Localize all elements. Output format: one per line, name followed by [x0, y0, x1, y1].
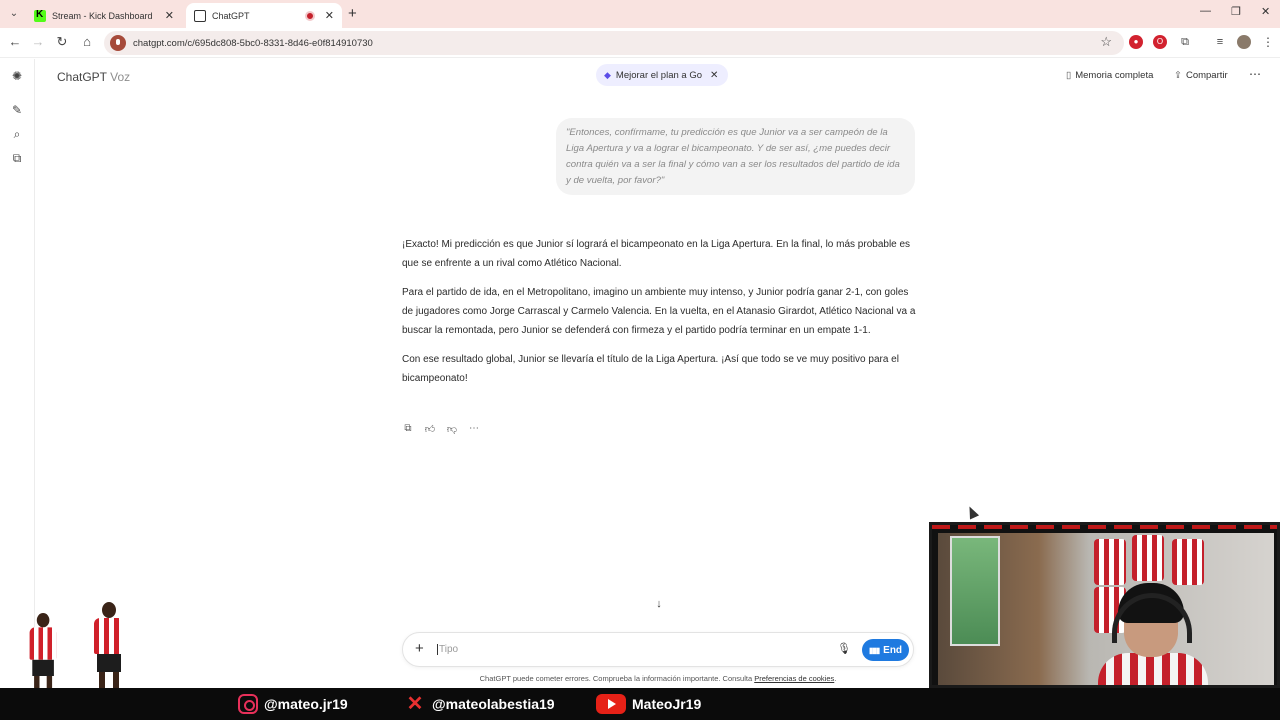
instagram-handle: @mateo.jr19 — [238, 694, 348, 714]
mode-label: Voz — [110, 70, 131, 84]
voice-bars-icon: ▮▮▮ — [868, 645, 880, 655]
wall-jersey — [1132, 535, 1164, 581]
tab-title: ChatGPT — [212, 10, 250, 21]
streamer — [1098, 583, 1208, 685]
social-links-bar: @mateo.jr19 ✕ @mateolabestia19 MateoJr19 — [0, 688, 1280, 720]
scroll-down-arrow-icon[interactable]: ↓ — [651, 596, 667, 612]
tab-close-icon[interactable]: ✕ — [165, 9, 174, 22]
x-handle: ✕ @mateolabestia19 — [404, 694, 555, 714]
more-options-icon[interactable]: ⋯ — [1249, 67, 1261, 81]
mouse-cursor-icon — [964, 504, 980, 520]
app-title: ChatGPT — [57, 70, 107, 84]
message-actions: ⧉ 👍︎ 👎︎ ⋯ — [402, 423, 480, 437]
x-logo-icon: ✕ — [406, 693, 424, 715]
memory-label: Memoria completa — [1075, 70, 1154, 81]
share-icon: ⇪ — [1174, 70, 1182, 81]
tab-title: Stream - Kick Dashboard — [52, 10, 153, 21]
home-icon[interactable]: ⌂ — [78, 34, 96, 49]
share-button[interactable]: ⇪ Compartir — [1174, 70, 1228, 81]
user-message: "Entonces, confírmame, tu predicción es … — [556, 118, 915, 195]
x-label: @mateolabestia19 — [432, 696, 555, 712]
microphone-icon[interactable]: 🎙︎ — [837, 642, 851, 655]
restore-icon[interactable]: ❐ — [1231, 5, 1241, 18]
tab-kick-dashboard[interactable]: Stream - Kick Dashboard ✕ — [26, 3, 182, 28]
prompt-input[interactable]: Tipo — [437, 644, 458, 655]
thumbs-down-icon[interactable]: 👎︎ — [446, 423, 458, 437]
end-label: End — [883, 644, 903, 656]
profile-avatar[interactable] — [1237, 35, 1251, 49]
memory-icon: ▯ — [1066, 70, 1072, 81]
thumbs-up-icon[interactable]: 👍︎ — [424, 423, 436, 437]
library-icon[interactable]: ⧉ — [9, 150, 25, 166]
extension-icon[interactable]: ● — [1129, 35, 1143, 49]
assistant-paragraph: Con ese resultado global, Junior se llev… — [402, 353, 899, 384]
new-chat-icon[interactable]: ✎ — [9, 102, 25, 118]
bookmark-star-icon[interactable]: ☆ — [1100, 34, 1112, 50]
youtube-handle: MateoJr19 — [596, 694, 701, 714]
youtube-label: MateoJr19 — [632, 696, 702, 712]
browser-menu-icon[interactable]: ⋮ — [1261, 35, 1275, 49]
chat-header: ChatGPT Voz ◆ Mejorar el plan a Go ✕ ▯ Me… — [36, 59, 1280, 93]
wall-jersey — [1094, 539, 1126, 585]
upgrade-plan-button[interactable]: ◆ Mejorar el plan a Go ✕ — [596, 64, 729, 86]
upgrade-label: Mejorar el plan a Go — [615, 69, 702, 81]
kick-favicon-icon — [34, 9, 46, 22]
assistant-message: ¡Exacto! Mi predicción es que Junior sí … — [402, 236, 920, 399]
reload-icon[interactable]: ↻ — [53, 34, 71, 50]
wall-jersey — [1172, 539, 1204, 585]
tab-close-icon[interactable]: ✕ — [325, 9, 334, 22]
end-voice-button[interactable]: ▮▮▮ End — [862, 639, 909, 661]
cookie-preferences-link[interactable]: Preferencias de cookies — [754, 674, 834, 683]
tab-chatgpt[interactable]: ChatGPT ✕ — [186, 3, 342, 28]
webcam-room — [938, 533, 1274, 685]
instagram-label: @mateo.jr19 — [264, 696, 348, 712]
sparkle-icon: ◆ — [604, 69, 611, 80]
extensions-puzzle-icon[interactable]: ⧉ — [1178, 35, 1192, 49]
copy-icon[interactable]: ⧉ — [402, 423, 414, 437]
new-tab-button[interactable]: + — [348, 5, 357, 22]
browser-toolbar: ← → ↻ ⌂ chatgpt.com/c/695dc808-5bc0-8331… — [0, 28, 1280, 58]
more-actions-icon[interactable]: ⋯ — [468, 423, 480, 437]
browser-tab-bar: ⌄ Stream - Kick Dashboard ✕ ChatGPT ✕ + … — [0, 0, 1280, 28]
add-attachment-icon[interactable]: + — [415, 640, 424, 657]
recording-indicator-icon — [304, 10, 315, 21]
assistant-paragraph: ¡Exacto! Mi predicción es que Junior sí … — [402, 239, 911, 269]
chatgpt-favicon-icon — [194, 9, 206, 22]
sidebar-rail: ✺ ✎ ⌕ ⧉ — [0, 59, 35, 688]
media-queue-icon[interactable]: ≡ — [1213, 35, 1227, 49]
webcam-feed — [929, 522, 1280, 688]
tab-search-chevron-icon[interactable]: ⌄ — [6, 6, 22, 22]
share-label: Compartir — [1185, 70, 1228, 81]
webcam-frame — [932, 525, 1277, 529]
disclaimer-suffix: . — [834, 674, 837, 683]
close-window-icon[interactable]: ✕ — [1261, 5, 1270, 18]
forward-icon[interactable]: → — [29, 34, 47, 49]
disclaimer-text: ChatGPT puede cometer errores. Comprueba… — [479, 674, 755, 683]
minimize-icon[interactable]: — — [1200, 5, 1211, 17]
openai-logo-icon[interactable]: ✺ — [9, 68, 25, 84]
instagram-icon — [238, 694, 258, 714]
back-icon[interactable]: ← — [6, 34, 24, 49]
youtube-icon — [596, 694, 626, 714]
search-icon[interactable]: ⌕ — [9, 126, 25, 142]
dismiss-icon[interactable]: ✕ — [710, 70, 718, 81]
model-selector[interactable]: ChatGPT Voz — [57, 70, 130, 84]
chat-composer: + Tipo 🎙︎ ▮▮▮ End — [402, 632, 914, 667]
url-text: chatgpt.com/c/695dc808-5bc0-8331-8d46-e0… — [133, 37, 373, 49]
opera-extension-icon[interactable]: O — [1153, 35, 1167, 49]
microphone-in-use-icon[interactable] — [110, 35, 126, 51]
address-bar[interactable]: chatgpt.com/c/695dc808-5bc0-8331-8d46-e0… — [104, 31, 1124, 55]
memory-button[interactable]: ▯ Memoria completa — [1066, 70, 1153, 81]
disclaimer: ChatGPT puede cometer errores. Comprueba… — [402, 674, 914, 683]
wall-poster — [950, 536, 1000, 646]
assistant-paragraph: Para el partido de ida, en el Metropolit… — [402, 287, 916, 336]
